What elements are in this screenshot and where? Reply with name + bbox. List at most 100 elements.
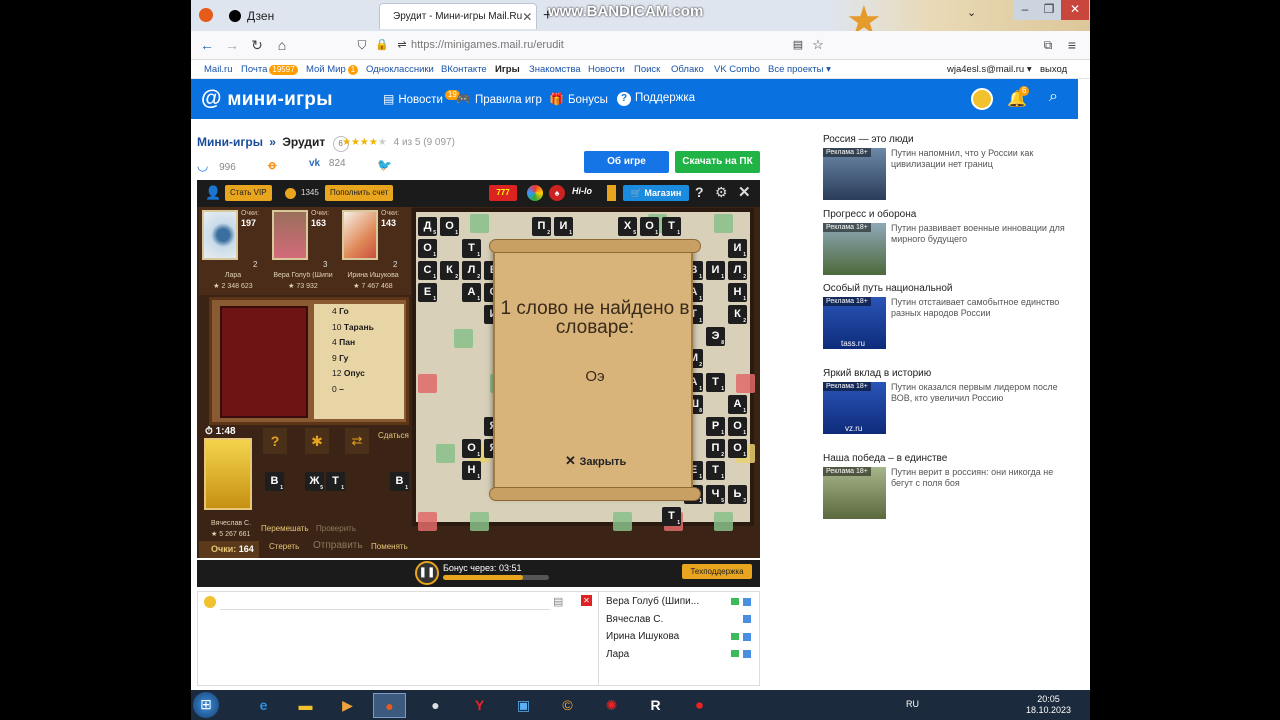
reload-icon[interactable]: ↻ — [248, 36, 266, 54]
chat-icon[interactable]: ▤ — [553, 595, 563, 608]
window-close-icon[interactable]: ✕ — [1061, 0, 1089, 20]
nav-support[interactable]: ? Поддержка — [617, 92, 695, 106]
surrender-button[interactable]: Сдаться — [378, 431, 409, 440]
dialog-close-button[interactable]: ✕ Закрыть — [565, 453, 626, 469]
lock-icon[interactable]: 🔒 — [373, 36, 391, 54]
news-text[interactable]: Путин отстаивает самобытное единство раз… — [891, 297, 1076, 319]
topup-button[interactable]: Пополнить счет — [325, 185, 394, 201]
player-card[interactable]: Очки: 197 2 Лара ★ 2 348 623 — [199, 210, 267, 292]
shop-button[interactable]: 🛒 Магазин — [623, 185, 689, 201]
shuffle-button[interactable]: Перемешать — [261, 524, 309, 533]
info-icon[interactable] — [743, 633, 751, 641]
about-game-button[interactable]: Об игре — [584, 151, 669, 173]
message-icon[interactable] — [731, 650, 739, 657]
news-image[interactable]: Реклама 18+ tass.ru — [823, 297, 886, 349]
nav-news[interactable]: ▤ Новости 19 — [383, 90, 460, 106]
poker-icon[interactable]: ♠ — [549, 185, 565, 201]
ie-icon[interactable]: e — [247, 693, 280, 718]
language-indicator[interactable]: RU — [906, 699, 919, 709]
firefox-icon[interactable] — [199, 8, 213, 22]
extensions-icon[interactable]: ⧉ — [1039, 36, 1057, 54]
avatar[interactable] — [971, 88, 993, 110]
slots-icon[interactable]: 777 — [489, 185, 517, 201]
user-email[interactable]: wja4esl.s@mail.ru ▾ — [947, 64, 1032, 75]
tab-dzen[interactable]: Дзен — [221, 3, 369, 29]
bookmark-star-icon[interactable]: ☆ — [809, 36, 827, 54]
news-text[interactable]: Путин верит в россиян: они никогда не бе… — [891, 467, 1076, 489]
portal-link-mir[interactable]: Мой Мир 1 — [306, 64, 359, 75]
portal-link-ok[interactable]: Одноклассники — [366, 64, 434, 75]
forward-icon[interactable]: → — [223, 36, 241, 54]
app-icon[interactable]: ▣ — [507, 693, 540, 718]
chat-input[interactable] — [220, 594, 550, 610]
news-image[interactable]: Реклама 18+ — [823, 148, 886, 200]
tab-list-icon[interactable]: ⌄ — [967, 6, 976, 19]
gear-icon[interactable]: ⚙ — [715, 184, 728, 201]
hand-tile[interactable]: В1 — [265, 472, 284, 491]
help-icon[interactable]: ? — [695, 184, 704, 200]
erase-button[interactable]: Стереть — [269, 542, 299, 551]
ok-share[interactable]: ꝋ — [268, 158, 276, 172]
portal-link-news[interactable]: Новости — [588, 64, 625, 75]
info-icon[interactable] — [743, 615, 751, 623]
back-icon[interactable]: ← — [198, 36, 216, 54]
news-heading[interactable]: Прогресс и оборона — [823, 209, 916, 220]
vip-button[interactable]: Стать VIP — [225, 185, 272, 201]
message-icon[interactable] — [731, 633, 739, 640]
menu-icon[interactable]: ≡ — [1063, 36, 1081, 54]
portal-link-vk[interactable]: ВКонтакте — [441, 64, 487, 75]
app-icon[interactable]: R — [639, 693, 672, 718]
record-icon[interactable]: ⏺ — [683, 693, 716, 718]
player-card[interactable]: Очки: 143 2 Ирина Ишукова ★ 7 467 468 — [339, 210, 407, 292]
app-icon[interactable]: ✺ — [595, 693, 628, 718]
shield-icon[interactable]: ⛉ — [353, 36, 371, 54]
news-text[interactable]: Путин развивает военные инновации для ми… — [891, 223, 1076, 245]
hilo-icon[interactable]: Hi-lo — [572, 186, 592, 196]
portal-link-all[interactable]: Все проекты ▾ — [768, 64, 831, 75]
close-icon[interactable]: ✕ — [738, 183, 751, 201]
download-button[interactable]: Скачать на ПК — [675, 151, 760, 173]
hand-tile[interactable]: Т1 — [326, 472, 345, 491]
tab-erudit[interactable]: Эрудит - Мини-игры Mail.Ru ✕ — [379, 3, 537, 29]
nav-bonus[interactable]: 🎁 Бонусы — [549, 92, 608, 106]
reader-icon[interactable]: ▤ — [789, 36, 807, 54]
minimize-icon[interactable]: – — [1013, 0, 1037, 20]
portal-link-mailru[interactable]: Mail.ru — [204, 64, 233, 75]
likes[interactable]: ◡ 996 — [197, 158, 236, 174]
site-logo[interactable]: @ мини-игры — [201, 87, 333, 111]
bookmark-icon[interactable] — [607, 185, 616, 201]
hand-tile[interactable]: Ж5 — [305, 472, 324, 491]
firefox-taskbar-icon[interactable]: ● — [373, 693, 406, 718]
close-tab-icon[interactable]: ✕ — [522, 10, 532, 24]
hand-tile[interactable]: В1 — [390, 472, 409, 491]
check-button[interactable]: Проверить — [316, 524, 356, 533]
yandex-icon[interactable]: Y — [463, 693, 496, 718]
search-icon[interactable]: ⌕ — [1049, 88, 1058, 106]
portal-link-mail[interactable]: Почта 19597 — [241, 64, 298, 75]
wheel-icon[interactable] — [527, 185, 543, 201]
permissions-icon[interactable]: ⇌ — [393, 36, 411, 54]
portal-link-cloud[interactable]: Облако — [671, 64, 704, 75]
online-user[interactable]: Вячеслав С. — [606, 614, 756, 632]
news-image[interactable]: Реклама 18+ vz.ru — [823, 382, 886, 434]
explorer-icon[interactable]: ▬ — [289, 693, 322, 718]
maximize-icon[interactable]: ❐ — [1037, 0, 1061, 20]
news-heading[interactable]: Яркий вклад в историю — [823, 368, 931, 379]
pause-icon[interactable]: ❚❚ — [415, 561, 439, 585]
start-button[interactable]: ⊞ — [193, 692, 219, 718]
info-icon[interactable] — [743, 598, 751, 606]
user-icon[interactable]: 👤 — [205, 185, 221, 201]
news-text[interactable]: Путин оказался первым лидером после ВОВ,… — [891, 382, 1076, 404]
portal-link-vkcombo[interactable]: VK Combo — [714, 64, 760, 75]
news-image[interactable]: Реклама 18+ — [823, 223, 886, 275]
swap-button[interactable]: Поменять — [371, 542, 408, 551]
breadcrumb-root[interactable]: Мини-игры — [197, 135, 263, 149]
info-icon[interactable] — [743, 650, 751, 658]
news-image[interactable]: Реклама 18+ — [823, 467, 886, 519]
support-button[interactable]: Техподдержка — [682, 564, 752, 579]
news-heading[interactable]: Наша победа – в единстве — [823, 453, 947, 464]
bell-icon[interactable]: 🔔 6 — [1007, 86, 1030, 109]
smiley-icon[interactable] — [204, 596, 216, 608]
app-icon[interactable]: © — [551, 693, 584, 718]
url-text[interactable]: https://minigames.mail.ru/erudit — [411, 39, 564, 51]
